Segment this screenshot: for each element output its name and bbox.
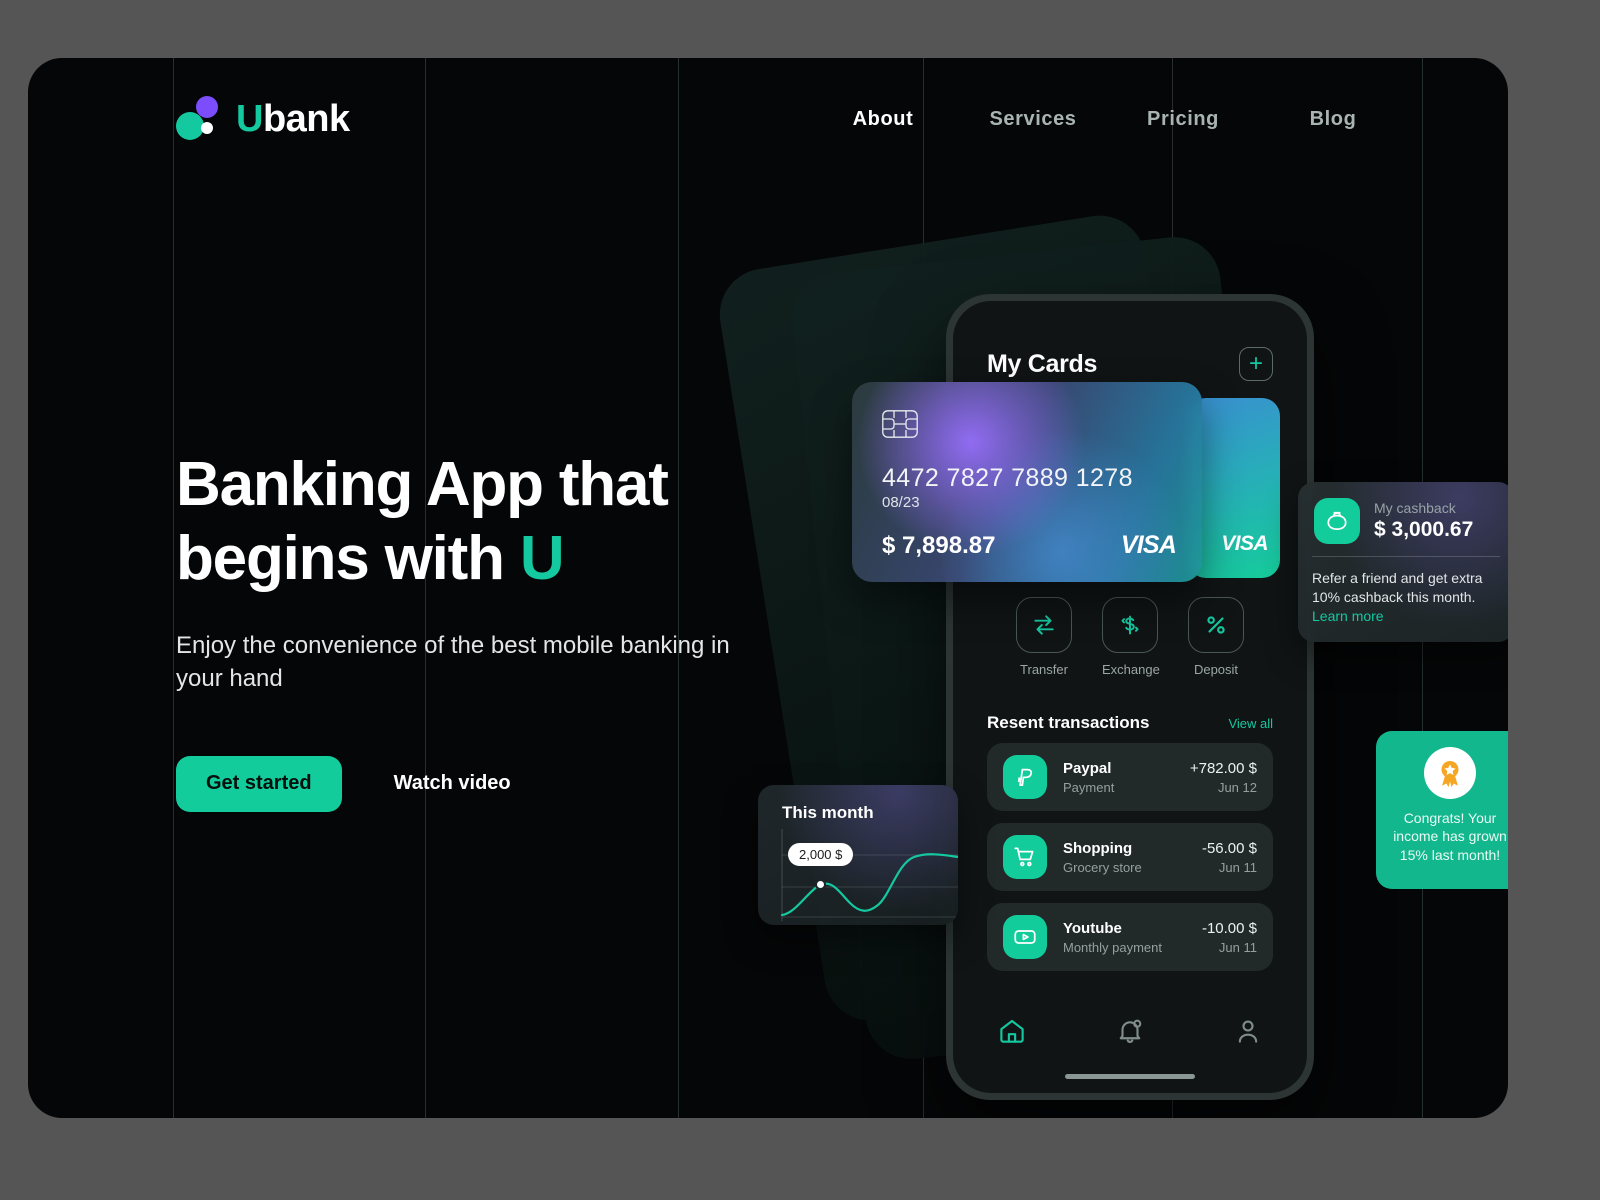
quick-actions: Transfer Exchange Deposit xyxy=(953,597,1307,677)
transaction-amount: -10.00 $ xyxy=(1201,919,1257,937)
transactions-list: Paypal Payment +782.00 $ Jun 12 Shopping… xyxy=(987,743,1273,983)
hero-title-line2: begins with xyxy=(176,524,520,594)
get-started-button[interactable]: Get started xyxy=(176,755,342,812)
cashback-values: My cashback $ 3,000.67 xyxy=(1374,500,1473,542)
brand-logo[interactable]: Ubank xyxy=(176,96,350,142)
quick-action-deposit[interactable]: Deposit xyxy=(1188,597,1244,677)
hero-subtitle: Enjoy the convenience of the best mobile… xyxy=(176,631,730,693)
hero-section: Banking App that begins with U Enjoy the… xyxy=(176,448,736,812)
grid-line xyxy=(173,58,174,1118)
main-nav: About Services Pricing Blog xyxy=(808,108,1408,131)
table-row[interactable]: Youtube Monthly payment -10.00 $ Jun 11 xyxy=(987,903,1273,971)
page-title: Banking App that begins with U xyxy=(176,448,736,597)
hero-cta-group: Get started Watch video xyxy=(176,755,736,812)
brand-name-rest: bank xyxy=(262,98,350,140)
view-all-link[interactable]: View all xyxy=(1228,716,1273,731)
cashback-body: Refer a friend and get extra 10% cashbac… xyxy=(1298,557,1508,638)
this-month-title: This month xyxy=(782,803,874,822)
transaction-info: Youtube Monthly payment xyxy=(1063,920,1202,955)
exchange-dollar-icon[interactable] xyxy=(1102,597,1158,653)
primary-credit-card[interactable]: 4472 7827 7889 1278 08/23 $ 7,898.87 VIS… xyxy=(852,382,1202,582)
chart-data-point xyxy=(815,879,826,890)
transaction-subtitle: Grocery store xyxy=(1063,859,1142,875)
this-month-widget: This month 2,000 $ xyxy=(758,785,958,925)
phone-title: My Cards xyxy=(987,349,1098,378)
add-card-button[interactable]: + xyxy=(1239,347,1273,381)
transaction-info: Paypal Payment xyxy=(1063,760,1190,795)
hero-title-line1: Banking App that xyxy=(176,450,669,519)
brand-name: Ubank xyxy=(236,100,350,138)
visa-logo: VISA xyxy=(1120,531,1177,559)
shopping-cart-icon xyxy=(1003,835,1047,879)
cashback-widget: My cashback $ 3,000.67 Refer a friend an… xyxy=(1298,482,1508,642)
table-row[interactable]: Paypal Payment +782.00 $ Jun 12 xyxy=(987,743,1273,811)
transaction-amount: +782.00 $ xyxy=(1189,759,1257,777)
card-number: 4472 7827 7889 1278 xyxy=(882,464,1133,492)
youtube-icon xyxy=(1003,915,1047,959)
quick-action-label: Transfer xyxy=(1020,662,1068,677)
transactions-header: Resent transactions View all xyxy=(987,713,1273,733)
nav-item-services[interactable]: Services xyxy=(958,108,1108,131)
chip-icon xyxy=(882,410,918,438)
transaction-meta: -56.00 $ Jun 11 xyxy=(1202,840,1257,875)
transaction-subtitle: Monthly payment xyxy=(1063,939,1162,955)
transaction-date: Jun 11 xyxy=(1218,859,1257,875)
nav-item-blog[interactable]: Blog xyxy=(1258,108,1408,131)
card-balance: $ 7,898.87 xyxy=(882,532,996,559)
page-canvas: Ubank About Services Pricing Blog Bankin… xyxy=(28,58,1508,1118)
home-icon[interactable] xyxy=(997,1016,1027,1051)
transaction-date: Jun 11 xyxy=(1218,939,1257,955)
transaction-meta: +782.00 $ Jun 12 xyxy=(1190,760,1257,795)
cashback-amount: $ 3,000.67 xyxy=(1374,518,1474,541)
award-ribbon-icon xyxy=(1424,747,1476,799)
chart-svg xyxy=(780,829,958,921)
home-indicator xyxy=(1065,1074,1195,1079)
transaction-name: Shopping xyxy=(1063,839,1133,857)
congrats-card: Congrats! Your income has grown 15% last… xyxy=(1376,731,1508,889)
quick-action-label: Deposit xyxy=(1193,662,1239,677)
transaction-name: Paypal xyxy=(1063,759,1112,777)
congrats-text: Congrats! Your income has grown 15% last… xyxy=(1393,810,1507,863)
transactions-title: Resent transactions xyxy=(987,713,1150,732)
phone-bottom-nav xyxy=(953,995,1307,1093)
spending-chart: 2,000 $ xyxy=(758,829,958,921)
hero-title-accent: U xyxy=(519,524,565,594)
nav-item-about[interactable]: About xyxy=(808,108,958,131)
transaction-info: Shopping Grocery store xyxy=(1063,840,1202,875)
visa-logo: VISA xyxy=(1221,532,1268,555)
quick-action-transfer[interactable]: Transfer xyxy=(1016,597,1072,677)
card-expiry: 08/23 xyxy=(882,494,920,511)
transaction-name: Youtube xyxy=(1063,919,1122,937)
brand-name-u: U xyxy=(236,98,263,140)
paypal-icon xyxy=(1003,755,1047,799)
transaction-date: Jun 12 xyxy=(1217,779,1257,795)
transaction-amount: -56.00 $ xyxy=(1201,839,1257,857)
cashback-summary: My cashback $ 3,000.67 xyxy=(1298,482,1508,556)
three-dots-logo-icon xyxy=(176,96,222,142)
quick-action-exchange[interactable]: Exchange xyxy=(1102,597,1160,677)
learn-more-link[interactable]: Learn more xyxy=(1312,608,1384,624)
transaction-meta: -10.00 $ Jun 11 xyxy=(1202,920,1257,955)
quick-action-label: Exchange xyxy=(1102,662,1160,677)
site-header: Ubank About Services Pricing Blog xyxy=(28,58,1508,188)
phone-header: My Cards + xyxy=(953,347,1307,381)
watch-video-button[interactable]: Watch video xyxy=(372,772,533,795)
percent-icon[interactable] xyxy=(1188,597,1244,653)
user-profile-icon[interactable] xyxy=(1233,1016,1263,1051)
bell-icon[interactable] xyxy=(1115,1016,1145,1051)
cashback-label: My cashback xyxy=(1374,500,1456,516)
cashback-text: Refer a friend and get extra 10% cashbac… xyxy=(1312,570,1483,605)
transfer-arrows-icon[interactable] xyxy=(1016,597,1072,653)
wallet-purse-icon xyxy=(1314,498,1360,544)
nav-item-pricing[interactable]: Pricing xyxy=(1108,108,1258,131)
table-row[interactable]: Shopping Grocery store -56.00 $ Jun 11 xyxy=(987,823,1273,891)
transaction-subtitle: Payment xyxy=(1063,779,1115,795)
chart-tooltip: 2,000 $ xyxy=(788,843,854,866)
